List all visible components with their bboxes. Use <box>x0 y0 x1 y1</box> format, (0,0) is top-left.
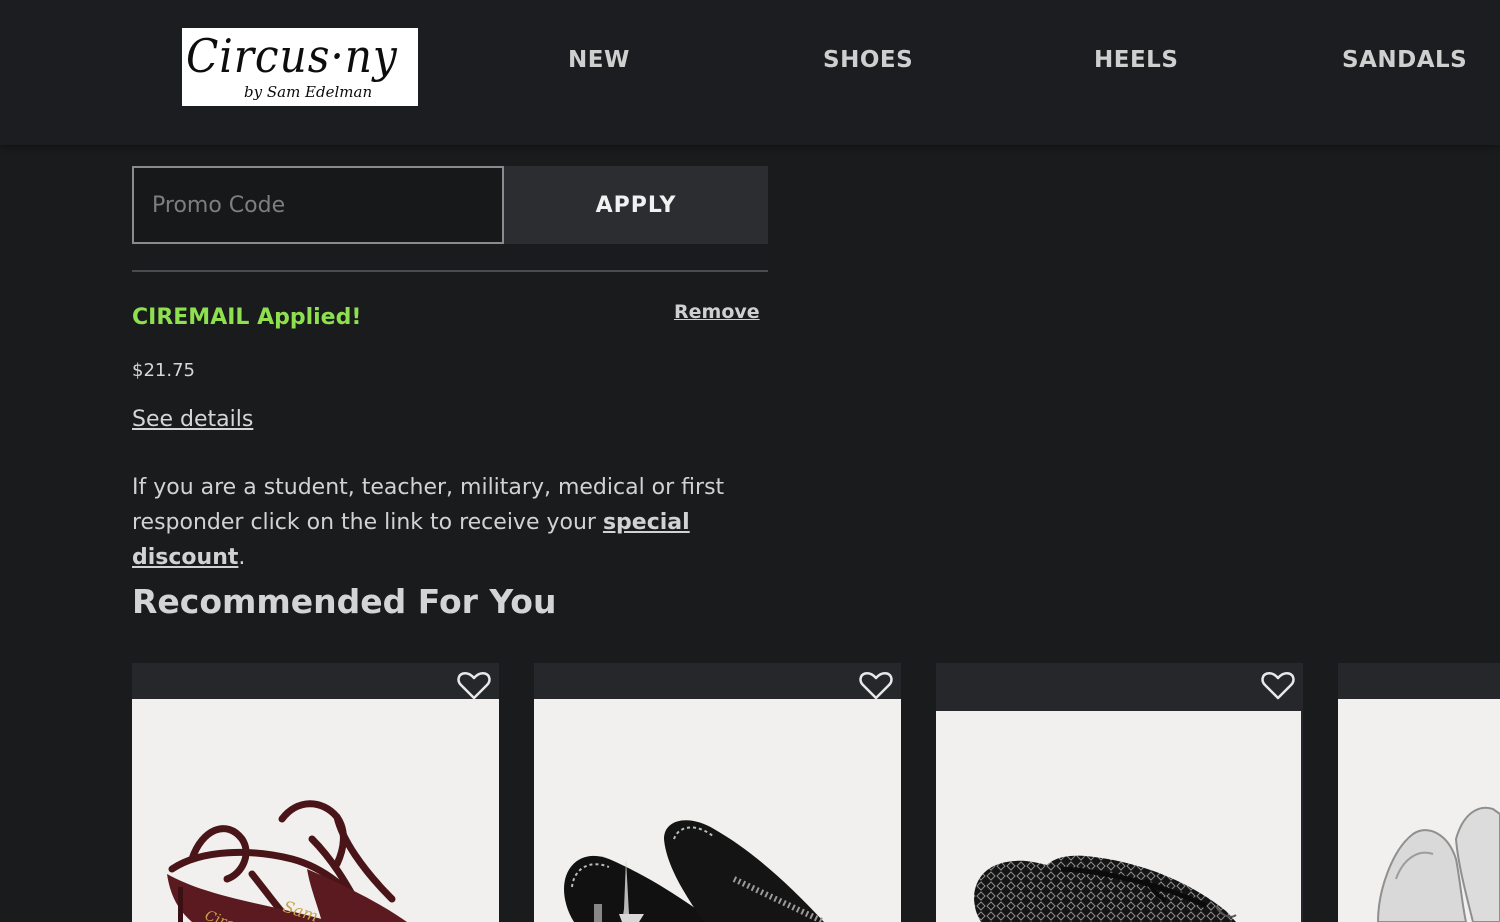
brand-logo[interactable]: Circus·ny by Sam Edelman <box>182 28 418 106</box>
product-card[interactable] <box>1338 663 1500 922</box>
divider <box>132 270 768 272</box>
product-image[interactable] <box>936 711 1301 922</box>
site-header: Circus·ny by Sam Edelman NEW SHOES HEELS… <box>0 0 1500 145</box>
logo-subtext: by Sam Edelman <box>244 83 373 101</box>
wishlist-heart-icon[interactable] <box>457 671 491 701</box>
special-discount-info: If you are a student, teacher, military,… <box>132 470 772 575</box>
nav-item-sandals[interactable]: SANDALS <box>1342 44 1467 76</box>
product-image[interactable] <box>534 699 901 922</box>
nav-item-heels[interactable]: HEELS <box>1094 44 1178 76</box>
burgundy-strappy-sandal-icon: Sam Circ <box>167 800 407 922</box>
wishlist-heart-icon[interactable] <box>859 671 893 701</box>
product-image[interactable] <box>1338 699 1500 922</box>
promo-applied-message: CIREMAIL Applied! <box>132 305 362 330</box>
special-discount-period: . <box>238 545 246 570</box>
product-card[interactable] <box>936 663 1303 922</box>
see-details-link[interactable]: See details <box>132 404 253 436</box>
white-pointed-flat-icon <box>1376 806 1500 922</box>
product-image[interactable]: Sam Circ <box>132 699 499 922</box>
product-card[interactable]: Sam Circ <box>132 663 499 922</box>
wishlist-heart-icon[interactable] <box>1261 671 1295 701</box>
product-card[interactable] <box>534 663 901 922</box>
logo-wordmark: Circus·ny <box>186 29 398 83</box>
remove-promo-link[interactable]: Remove <box>674 298 760 326</box>
nav-item-new[interactable]: NEW <box>568 44 630 76</box>
nav-item-shoes[interactable]: SHOES <box>823 44 913 76</box>
apply-promo-button[interactable]: APPLY <box>504 166 768 244</box>
promo-code-input[interactable] <box>132 166 504 244</box>
recommended-title: Recommended For You <box>132 582 557 621</box>
black-embellished-mule-icon <box>564 820 826 922</box>
discount-amount: $21.75 <box>132 360 195 381</box>
black-mesh-ballet-flat-icon <box>974 855 1237 922</box>
